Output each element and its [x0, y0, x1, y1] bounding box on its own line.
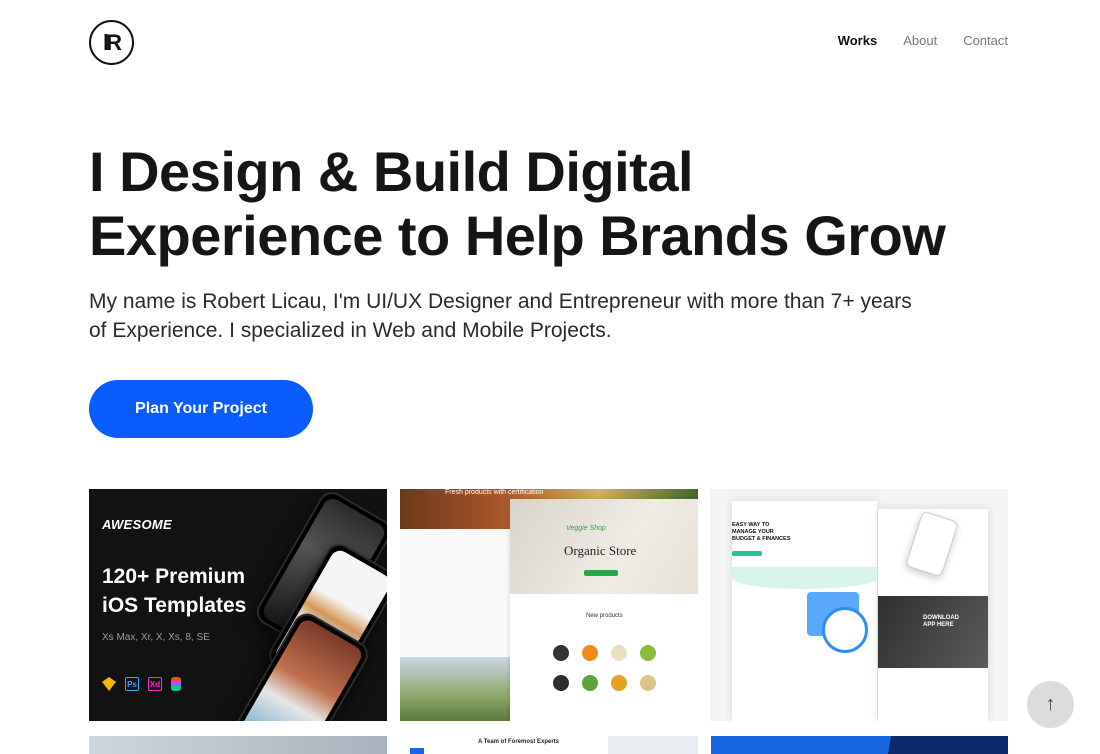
product-item [552, 645, 569, 661]
card-heading: A Team of Foremost Experts [478, 739, 560, 745]
product-item [639, 675, 656, 691]
hero-title-line-2: Experience to Help Brands Grow [89, 204, 946, 267]
product-item [581, 645, 598, 661]
landing-title-line-1: EASY WAY TO [732, 522, 770, 528]
landing-title: EASY WAY TO MANAGE YOUR BUDGET & FINANCE… [732, 522, 790, 543]
section-title: New products [586, 613, 623, 619]
landing-title-line-3: BUDGET & FINANCES [732, 536, 791, 542]
card-brand: AWESOME [102, 517, 172, 532]
product-grid [546, 645, 662, 691]
nav-contact[interactable]: Contact [963, 33, 1008, 48]
main-page: Veggie Shop Organic Store New products [510, 499, 698, 721]
hero-area: Veggie Shop Organic Store [510, 499, 698, 594]
work-card-row2-3[interactable] [608, 736, 698, 754]
sketch-icon [102, 677, 116, 691]
wave-shape [732, 567, 877, 589]
product-item [552, 675, 569, 691]
blue-block [410, 748, 424, 754]
work-card-ios-templates[interactable]: AWESOME 120+ Premium iOS Templates Xs Ma… [89, 489, 387, 721]
photoshop-icon: Ps [125, 677, 139, 691]
chart-ring [822, 607, 868, 653]
product-item [610, 675, 627, 691]
product-item [610, 645, 627, 661]
banner-text: Fresh products with certification [445, 489, 544, 496]
plan-project-button[interactable]: Plan Your Project [89, 380, 313, 438]
hero-title: I Design & Build Digital Experience to H… [89, 140, 989, 268]
landing-title-line-2: MANAGE YOUR [732, 529, 774, 535]
logo[interactable]: lR [89, 20, 134, 65]
xd-icon: Xd [148, 677, 162, 691]
nav-about[interactable]: About [903, 33, 937, 48]
arrow-up-icon: ↑ [1045, 693, 1056, 715]
card-title: 120+ Premium iOS Templates [102, 562, 246, 620]
product-item [639, 645, 656, 661]
main-nav: Works About Contact [838, 33, 1008, 48]
brand-script: Veggie Shop [566, 525, 606, 532]
download-line-1: DOWNLOAD [923, 615, 959, 621]
card-subtitle: Xs Max, Xr, X, Xs, 8, SE [102, 632, 210, 643]
download-line-2: APP HERE [923, 622, 954, 628]
shop-button [584, 570, 618, 576]
tool-icons: Ps Xd [102, 677, 181, 691]
work-card-organic-store[interactable]: Fresh products with certification Veggie… [400, 489, 698, 721]
download-banner [878, 596, 988, 668]
figma-icon [171, 677, 181, 691]
landing-button [732, 551, 762, 556]
work-card-row2-1[interactable] [89, 736, 387, 754]
hero-subtitle: My name is Robert Licau, I'm UI/UX Desig… [89, 290, 912, 342]
card-title-line-2: iOS Templates [102, 594, 247, 617]
field-photo [400, 657, 510, 721]
store-title: Organic Store [564, 543, 637, 558]
logo-mark: lR [103, 29, 122, 56]
download-text: DOWNLOAD APP HERE [923, 615, 959, 629]
nav-works[interactable]: Works [838, 33, 878, 48]
hero-title-line-1: I Design & Build Digital [89, 140, 694, 203]
product-item [581, 675, 598, 691]
scroll-top-button[interactable]: ↑ [1027, 681, 1074, 728]
card-title-line-1: 120+ Premium [102, 565, 246, 588]
work-card-finance-app[interactable]: EASY WAY TO MANAGE YOUR BUDGET & FINANCE… [710, 489, 1008, 721]
logo-letter-r: R [106, 29, 122, 55]
work-card-row2-4[interactable] [711, 736, 1008, 754]
